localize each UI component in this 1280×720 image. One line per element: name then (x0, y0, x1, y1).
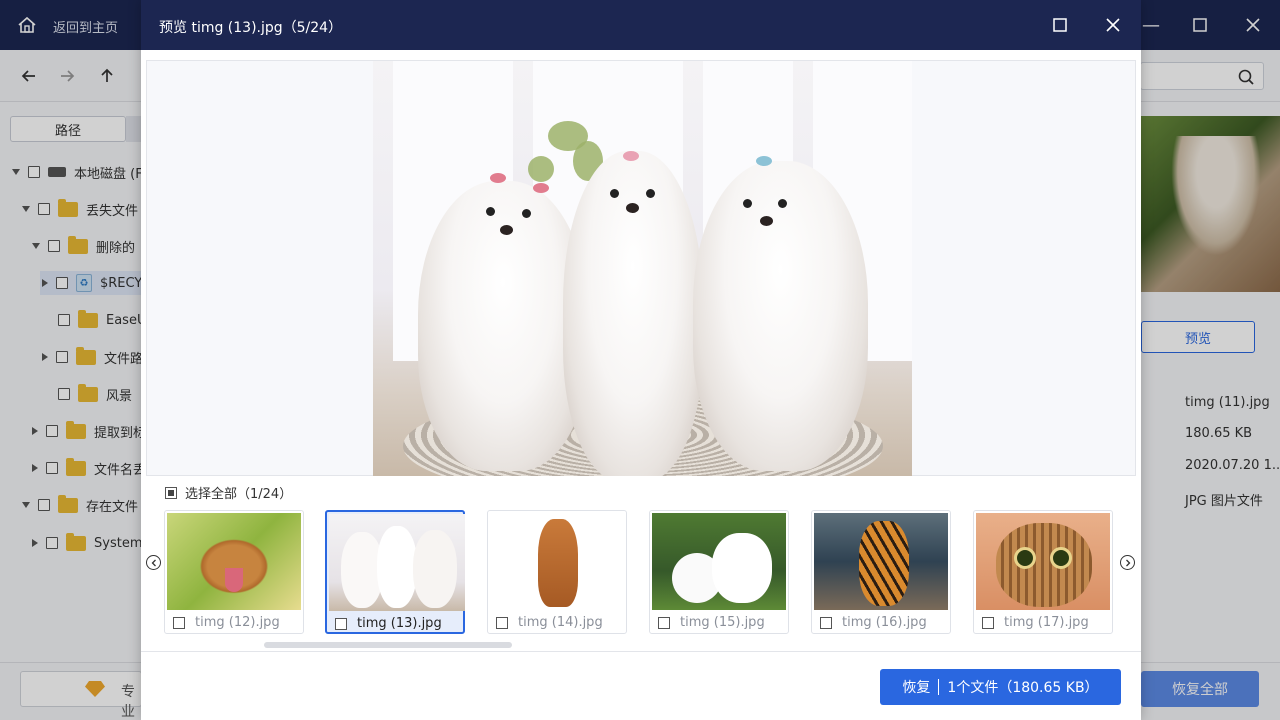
thumbnail-image (490, 513, 624, 610)
thumbnail-image (329, 514, 465, 611)
preview-image (373, 61, 912, 476)
dialog-title: 预览 timg (13).jpg（5/24） (159, 20, 343, 36)
preview-dialog: 预览 timg (13).jpg（5/24） 选择全部（1/24） timg (… (141, 0, 1141, 720)
thumbnail-image (814, 513, 948, 610)
recover-label: 恢复 (902, 680, 931, 696)
thumbnail-checkbox[interactable] (335, 617, 347, 630)
thumbnail-checkbox[interactable] (173, 616, 185, 629)
scrollbar-thumb[interactable] (264, 642, 512, 648)
thumbnail-item[interactable]: timg (14).jpg (487, 510, 627, 634)
thumbnail-label: timg (17).jpg (1004, 615, 1089, 630)
close-icon[interactable] (1102, 14, 1124, 36)
next-thumbnail-icon[interactable] (1120, 555, 1135, 570)
thumbnail-checkbox[interactable] (982, 616, 994, 629)
thumbnail-label: timg (16).jpg (842, 615, 927, 630)
prev-thumbnail-icon[interactable] (146, 555, 161, 570)
thumbnail-image (976, 513, 1110, 610)
thumbnail-image (652, 513, 786, 610)
thumbnail-checkbox[interactable] (820, 616, 832, 629)
thumbnail-label: timg (12).jpg (195, 615, 280, 630)
thumbnail-item[interactable]: timg (12).jpg (164, 510, 304, 634)
select-all-checkbox[interactable] (165, 486, 177, 499)
thumbnail-checkbox[interactable] (496, 616, 508, 629)
thumbnail-label: timg (15).jpg (680, 615, 765, 630)
select-all[interactable]: 选择全部（1/24） (165, 483, 292, 502)
thumbnail-label: timg (13).jpg (357, 616, 442, 631)
thumbnail-checkbox[interactable] (658, 616, 670, 629)
thumbnail-label: timg (14).jpg (518, 615, 603, 630)
recover-count: 1个文件（180.65 KB） (947, 680, 1099, 696)
thumbnail-item[interactable]: timg (15).jpg (649, 510, 789, 634)
select-all-label: 选择全部（1/24） (185, 487, 293, 502)
thumbnail-item[interactable]: timg (16).jpg (811, 510, 951, 634)
thumbnail-item-active[interactable]: timg (13).jpg (325, 510, 465, 634)
thumbnail-item[interactable]: timg (17).jpg (973, 510, 1113, 634)
preview-area (146, 60, 1136, 476)
recover-button[interactable]: 恢复 1个文件（180.65 KB） (880, 669, 1121, 705)
dialog-titlebar: 预览 timg (13).jpg（5/24） (141, 0, 1141, 50)
thumbnail-scrollbar[interactable] (141, 638, 1141, 652)
thumbnail-image (167, 513, 301, 610)
maximize-icon[interactable] (1049, 14, 1071, 36)
